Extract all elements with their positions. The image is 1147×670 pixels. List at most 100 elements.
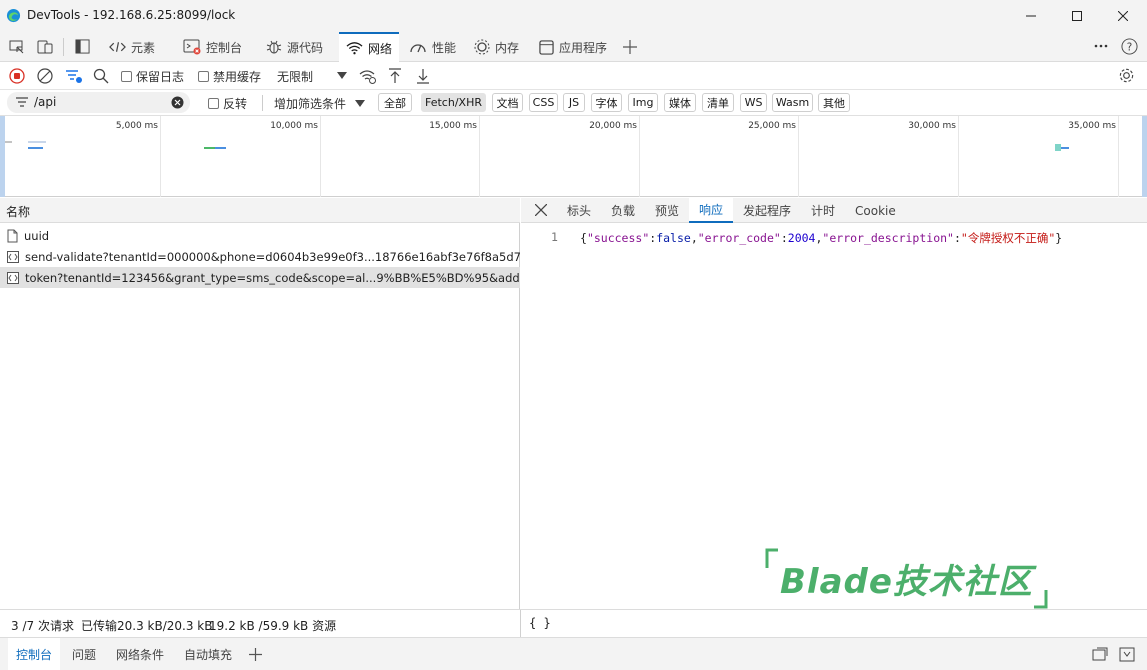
- tab-label: 响应: [699, 203, 724, 217]
- tab-elements[interactable]: 元素: [109, 32, 155, 62]
- tab-application[interactable]: 应用程序: [539, 32, 607, 62]
- network-conditions-icon[interactable]: [359, 68, 377, 84]
- overview-left-handle[interactable]: [0, 116, 5, 197]
- minimize-button[interactable]: [1008, 0, 1054, 32]
- request-row-selected[interactable]: token?tenantId=123456&grant_type=sms_cod…: [0, 267, 520, 288]
- tab-console[interactable]: 控制台: [183, 32, 242, 62]
- chip-label: 清单: [707, 96, 729, 110]
- name-column-header[interactable]: 名称: [0, 198, 520, 223]
- help-icon[interactable]: ?: [1121, 38, 1138, 55]
- drawer-tab-network-conditions[interactable]: 网络条件: [116, 638, 164, 670]
- json-literal: false: [656, 231, 691, 245]
- tick-label: 20,000 ms: [589, 121, 637, 131]
- close-icon[interactable]: [535, 204, 547, 216]
- filter-input[interactable]: /api: [7, 92, 190, 113]
- add-tab-icon[interactable]: [249, 648, 262, 661]
- drawer-tab-autofill[interactable]: 自动填充: [184, 638, 232, 670]
- close-drawer-icon[interactable]: [1119, 647, 1135, 662]
- drawer-tab-console[interactable]: 控制台: [8, 638, 61, 670]
- xhr-icon: [7, 271, 19, 284]
- watermark-text: Blade技术社区: [780, 562, 1033, 602]
- json-number: 2004: [787, 231, 816, 245]
- tab-preview[interactable]: 预览: [655, 198, 679, 223]
- upload-har-icon[interactable]: [388, 68, 402, 84]
- type-chip-font[interactable]: 字体: [591, 93, 622, 112]
- filter-bar: /api 反转 增加筛选条件 全部 Fetch/XHR 文档 CSS JS 字体…: [0, 90, 1147, 116]
- disable-cache-checkbox[interactable]: 禁用缓存: [198, 62, 261, 90]
- type-chip-ws[interactable]: WS: [740, 93, 767, 112]
- tab-timing[interactable]: 计时: [811, 198, 835, 223]
- tab-response[interactable]: 响应: [689, 198, 734, 223]
- search-icon[interactable]: [93, 68, 109, 84]
- tab-network[interactable]: 网络: [339, 32, 400, 62]
- type-chip-other[interactable]: 其他: [818, 93, 850, 112]
- chevron-down-icon[interactable]: [355, 100, 365, 107]
- request-row[interactable]: send-validate?tenantId=000000&phone=d060…: [0, 246, 520, 267]
- chip-label: 字体: [595, 96, 618, 110]
- download-har-icon[interactable]: [416, 68, 430, 84]
- filter-value: /api: [34, 95, 57, 109]
- network-overview[interactable]: 5,000 ms 10,000 ms 15,000 ms 20,000 ms 2…: [0, 116, 1147, 197]
- tab-payload[interactable]: 负载: [611, 198, 635, 223]
- tab-headers[interactable]: 标头: [567, 198, 591, 223]
- tick-label: 15,000 ms: [429, 121, 477, 131]
- request-name: send-validate?tenantId=000000&phone=d060…: [25, 249, 520, 264]
- tab-performance[interactable]: 性能: [409, 32, 456, 62]
- tab-initiator[interactable]: 发起程序: [743, 198, 791, 223]
- type-chip-img[interactable]: Img: [628, 93, 658, 112]
- chip-label: Img: [632, 96, 654, 109]
- device-emulation-icon[interactable]: [37, 39, 53, 55]
- chip-label: CSS: [532, 96, 555, 109]
- gridline: [320, 116, 321, 197]
- chip-label: 媒体: [669, 96, 691, 110]
- preserve-log-checkbox[interactable]: 保留日志: [121, 62, 184, 90]
- gauge-icon: [409, 40, 427, 54]
- tab-cookies[interactable]: Cookie: [855, 198, 896, 223]
- checkbox[interactable]: [208, 97, 219, 109]
- json-key: "error_code": [697, 231, 781, 245]
- type-chip-fetch-xhr[interactable]: Fetch/XHR: [421, 93, 486, 112]
- pretty-print-button[interactable]: { }: [529, 616, 551, 630]
- inspect-element-icon[interactable]: [9, 39, 25, 55]
- chevron-down-icon[interactable]: [337, 72, 347, 79]
- type-chip-css[interactable]: CSS: [529, 93, 558, 112]
- request-row[interactable]: uuid: [0, 225, 520, 246]
- type-chip-manifest[interactable]: 清单: [702, 93, 734, 112]
- type-chip-wasm[interactable]: Wasm: [772, 93, 813, 112]
- tab-label: 预览: [655, 204, 680, 218]
- record-stop-icon[interactable]: [9, 68, 25, 84]
- tab-label: 控制台: [16, 648, 53, 662]
- request-bar: [215, 147, 226, 149]
- console-icon: [183, 39, 201, 55]
- throttle-select[interactable]: 无限制: [277, 62, 313, 90]
- add-tab-icon[interactable]: [623, 40, 637, 54]
- invert-checkbox[interactable]: 反转: [208, 90, 247, 116]
- clear-icon[interactable]: [37, 68, 53, 84]
- close-window-button[interactable]: [1100, 0, 1146, 32]
- drawer-tab-issues[interactable]: 问题: [72, 638, 96, 670]
- tab-memory[interactable]: 内存: [474, 32, 519, 62]
- tab-sources[interactable]: 源代码: [266, 32, 323, 62]
- checkbox[interactable]: [121, 70, 132, 82]
- dock-side-icon[interactable]: [75, 39, 90, 54]
- type-chip-doc[interactable]: 文档: [492, 93, 523, 112]
- tab-elements-label: 元素: [131, 40, 156, 55]
- column-header-label: 名称: [6, 205, 31, 219]
- type-chip-js[interactable]: JS: [563, 93, 585, 112]
- request-bar: [28, 147, 43, 149]
- json-punct: {: [580, 231, 587, 245]
- filter-icon[interactable]: [65, 68, 83, 84]
- more-filters-dropdown[interactable]: 增加筛选条件: [274, 90, 346, 116]
- checkbox[interactable]: [198, 70, 209, 82]
- more-options-icon[interactable]: [1094, 44, 1108, 48]
- type-chip-media[interactable]: 媒体: [664, 93, 696, 112]
- type-chip-all[interactable]: 全部: [378, 93, 412, 112]
- dock-drawer-icon[interactable]: [1092, 647, 1108, 662]
- json-punct: ,: [690, 231, 698, 245]
- drawer-tab-bar: 控制台 问题 网络条件 自动填充: [0, 637, 1147, 670]
- overview-right-handle[interactable]: [1142, 116, 1147, 197]
- maximize-button[interactable]: [1054, 0, 1100, 32]
- json-punct: :: [780, 231, 788, 245]
- clear-filter-icon[interactable]: [171, 96, 184, 109]
- gear-icon[interactable]: [1118, 67, 1135, 84]
